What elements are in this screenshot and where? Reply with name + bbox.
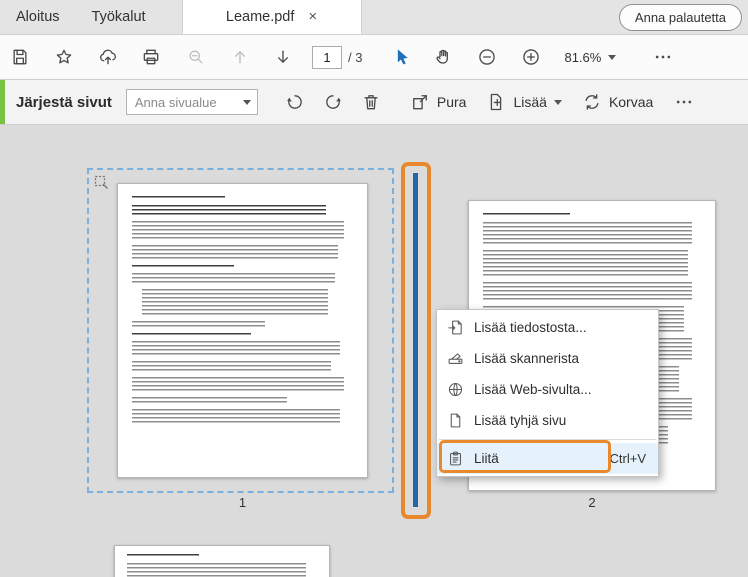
annotation-orange-box-insertion: [401, 162, 431, 519]
page-1-text-lines: [118, 184, 367, 477]
insert-context-menu: Lisää tiedostosta... Lisää skannerista L…: [436, 309, 659, 477]
tab-home[interactable]: Aloitus: [0, 0, 76, 34]
page-range-dropdown: [125, 89, 258, 115]
menu-item-label: Lisää tyhjä sivu: [474, 413, 567, 428]
page-thumbnail-3[interactable]: [114, 545, 330, 577]
marquee-select-icon: [94, 175, 108, 189]
more-tools-button[interactable]: [648, 42, 678, 72]
more-options-button[interactable]: [669, 87, 699, 117]
pages-canvas: 1 2 Lisää tiedostosta... Lisää skanneris…: [0, 125, 748, 577]
menu-item-label: Lisää tiedostosta...: [474, 320, 587, 335]
menu-item-shortcut: Ctrl+V: [609, 451, 646, 466]
page-thumbnail-1[interactable]: [117, 183, 368, 478]
zoom-tool-button[interactable]: [181, 42, 211, 72]
replace-icon: [585, 94, 599, 110]
trash-icon: [364, 95, 378, 110]
feedback-button[interactable]: Anna palautetta: [618, 4, 742, 31]
chevron-down-icon: [553, 99, 562, 105]
hand-tool-icon: [436, 49, 449, 64]
organize-toolbar: Järjestä sivut Pura Lisää Korvaa: [0, 80, 748, 125]
star-icon: [56, 49, 72, 64]
zoom-level-dropdown[interactable]: 81.6%: [560, 46, 620, 69]
insert-label: Lisää: [513, 94, 547, 110]
document-tab-label: Leame.pdf: [225, 8, 295, 25]
menu-item-insert-from-file[interactable]: Lisää tiedostosta...: [437, 312, 658, 343]
menu-separator: [439, 439, 656, 440]
web-page-icon: [448, 382, 463, 397]
arrow-down-icon: [278, 50, 288, 63]
insert-button[interactable]: Lisää: [486, 92, 562, 112]
tab-bar: Aloitus Työkalut Leame.pdf × Anna palaut…: [0, 0, 748, 35]
rotate-left-icon: [287, 95, 302, 109]
paste-icon: [450, 451, 461, 466]
menu-item-insert-from-scanner[interactable]: Lisää skannerista: [437, 343, 658, 374]
scanner-icon: [448, 353, 463, 364]
page-total-label: / 3: [348, 49, 363, 65]
delete-pages-button[interactable]: [356, 87, 386, 117]
rotate-right-button[interactable]: [318, 87, 348, 117]
previous-page-button[interactable]: [225, 42, 255, 72]
tab-document[interactable]: Leame.pdf ×: [181, 0, 362, 34]
share-button[interactable]: [93, 42, 123, 72]
tool-accent-strip: [0, 80, 5, 124]
insert-page-icon: [491, 93, 502, 111]
ellipsis-icon: [656, 55, 671, 59]
close-tab-icon[interactable]: ×: [308, 9, 317, 24]
next-page-button[interactable]: [268, 42, 298, 72]
insert-file-icon: [448, 320, 462, 335]
page-1-label: 1: [238, 495, 247, 510]
replace-label: Korvaa: [608, 94, 654, 110]
hand-tool-button[interactable]: [429, 42, 459, 72]
print-button[interactable]: [136, 42, 166, 72]
page-range-input[interactable]: [125, 89, 258, 115]
cloud-upload-icon: [100, 49, 116, 65]
page-3-text-lines: [115, 546, 329, 577]
rotate-left-button[interactable]: [280, 87, 310, 117]
rotate-right-icon: [326, 95, 341, 109]
zoom-out-button[interactable]: [472, 42, 502, 72]
menu-item-insert-from-web[interactable]: Lisää Web-sivulta...: [437, 374, 658, 405]
main-toolbar: / 3 81.6%: [0, 35, 748, 80]
extract-button[interactable]: Pura: [410, 92, 467, 112]
cursor-arrow-icon: [398, 49, 409, 65]
menu-item-insert-blank-page[interactable]: Lisää tyhjä sivu: [437, 405, 658, 436]
star-button[interactable]: [49, 42, 79, 72]
ellipsis-icon: [677, 100, 692, 104]
printer-icon: [143, 49, 159, 65]
zoom-in-button[interactable]: [516, 42, 546, 72]
page-2-label: 2: [588, 495, 596, 510]
acrobat-window: Aloitus Työkalut Leame.pdf × Anna palaut…: [0, 0, 748, 577]
page-number-input[interactable]: [312, 45, 342, 69]
menu-item-paste[interactable]: Liitä Ctrl+V: [437, 443, 658, 474]
minus-circle-icon: [479, 49, 496, 65]
menu-item-label: Liitä: [474, 451, 499, 466]
save-button[interactable]: [5, 42, 35, 72]
organize-pages-title: Järjestä sivut: [16, 93, 112, 111]
chevron-down-icon[interactable]: [242, 100, 251, 105]
save-icon: [13, 49, 27, 65]
select-tool-button[interactable]: [387, 42, 417, 72]
arrow-up-icon: [235, 51, 245, 64]
blank-page-icon: [450, 413, 461, 428]
tab-tools[interactable]: Työkalut: [76, 0, 162, 34]
chevron-down-icon: [608, 54, 617, 60]
extract-icon: [412, 95, 427, 110]
replace-button[interactable]: Korvaa: [582, 92, 653, 112]
zoom-level-value: 81.6%: [564, 49, 602, 65]
plus-circle-icon: [523, 49, 540, 65]
extract-label: Pura: [436, 94, 467, 110]
menu-item-label: Lisää Web-sivulta...: [474, 382, 592, 397]
menu-item-label: Lisää skannerista: [474, 351, 580, 366]
magnifier-minus-icon: [189, 50, 203, 64]
